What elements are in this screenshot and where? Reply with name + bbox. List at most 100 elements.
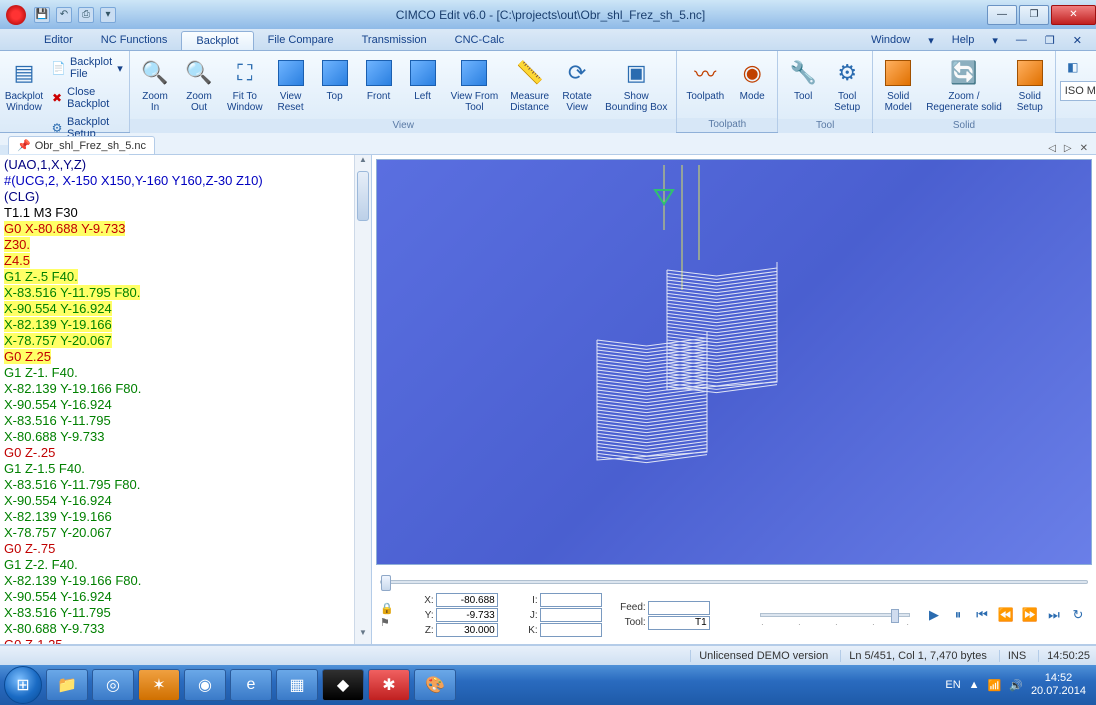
front-view-button[interactable]: Front <box>358 54 400 105</box>
regenerate-solid-button[interactable]: 🔄Zoom / Regenerate solid <box>921 54 1007 116</box>
coord-z-field[interactable] <box>436 623 498 637</box>
code-line[interactable]: G0 Z.25 <box>4 349 51 364</box>
slider-thumb[interactable] <box>381 575 391 591</box>
tab-close-icon[interactable]: ✕ <box>1080 143 1088 154</box>
code-line[interactable]: X-80.688 Y-9.733 <box>4 429 104 444</box>
code-line[interactable]: X-90.554 Y-16.924 <box>4 589 112 604</box>
tab-next-icon[interactable]: ▷ <box>1064 143 1072 154</box>
step-back-button[interactable]: ⏮ <box>972 606 992 624</box>
tool-field[interactable] <box>648 616 710 630</box>
top-view-button[interactable]: Top <box>314 54 356 105</box>
code-line[interactable]: X-78.757 Y-20.067 <box>4 333 112 348</box>
code-line[interactable]: G1 Z-2. F40. <box>4 557 78 572</box>
code-line[interactable]: X-80.688 Y-9.733 <box>4 621 104 636</box>
zoom-out-button[interactable]: 🔍Zoom Out <box>178 54 220 116</box>
task-explorer[interactable]: 📁 <box>46 669 88 701</box>
step-fwd-button[interactable]: ⏭ <box>1044 606 1064 624</box>
minimize-button[interactable]: — <box>987 5 1017 25</box>
close-backplot-button[interactable]: ✖Close Backplot <box>46 84 128 112</box>
code-line[interactable]: X-82.139 Y-19.166 <box>4 317 112 332</box>
backplot-window-button[interactable]: ▤ Backplot Window <box>4 54 44 116</box>
task-cimco[interactable]: ✱ <box>368 669 410 701</box>
help-menu[interactable]: Help <box>948 31 979 50</box>
task-paint[interactable]: 🎨 <box>414 669 456 701</box>
code-line[interactable]: #(UCG,2, X-150 X150,Y-160 Y160,Z-30 Z10) <box>4 173 263 188</box>
document-tab[interactable]: 📌Obr_shl_Frez_sh_5.nc <box>8 136 155 154</box>
code-line[interactable]: G0 Z-.75 <box>4 541 55 556</box>
rotate-view-button[interactable]: ⟳Rotate View <box>556 54 598 116</box>
tab-prev-icon[interactable]: ◁ <box>1048 143 1056 154</box>
code-line[interactable]: (CLG) <box>4 189 39 204</box>
qat-print-icon[interactable]: ⎙ <box>78 7 94 23</box>
bounding-box-button[interactable]: ▣Show Bounding Box <box>600 54 672 116</box>
mdi-minimize-icon[interactable]: — <box>1012 31 1031 50</box>
flag-icon[interactable]: ⚑ <box>380 616 394 629</box>
solid-model-button[interactable]: Solid Model <box>877 54 919 116</box>
mode-button[interactable]: ◉Mode <box>731 54 773 105</box>
3d-viewport[interactable] <box>376 159 1092 565</box>
code-line[interactable]: X-90.554 Y-16.924 <box>4 493 112 508</box>
task-app1[interactable]: ◎ <box>92 669 134 701</box>
view-reset-button[interactable]: View Reset <box>270 54 312 116</box>
close-button[interactable]: ✕ <box>1051 5 1096 25</box>
code-line[interactable]: G1 Z-1.5 F40. <box>4 461 85 476</box>
tab-nc-functions[interactable]: NC Functions <box>87 31 182 50</box>
code-line[interactable]: X-78.757 Y-20.067 <box>4 525 112 540</box>
task-app3[interactable]: ◆ <box>322 669 364 701</box>
scroll-up-icon[interactable]: ▲ <box>355 155 371 171</box>
progress-slider[interactable] <box>380 580 1088 584</box>
code-line[interactable]: Z4.5 <box>4 253 30 268</box>
view-from-tool-button[interactable]: View From Tool <box>446 54 504 116</box>
code-line[interactable]: T1.1 M3 F30 <box>4 205 78 220</box>
task-chrome[interactable]: ◉ <box>184 669 226 701</box>
toolpath-button[interactable]: 〰Toolpath <box>681 54 729 105</box>
code-line[interactable]: G1 Z-.5 F40. <box>4 269 78 284</box>
measure-distance-button[interactable]: 📏Measure Distance <box>505 54 554 116</box>
task-ie[interactable]: e <box>230 669 272 701</box>
coord-i-field[interactable] <box>540 593 602 607</box>
tray-network-icon[interactable]: 📶 <box>988 679 1002 692</box>
scroll-down-icon[interactable]: ▼ <box>355 628 371 644</box>
tab-backplot[interactable]: Backplot <box>181 31 253 50</box>
solid-setup-button[interactable]: Solid Setup <box>1009 54 1051 116</box>
tab-transmission[interactable]: Transmission <box>348 31 441 50</box>
code-line[interactable]: G0 X-80.688 Y-9.733 <box>4 221 125 236</box>
loop-button[interactable]: ↻ <box>1068 606 1088 624</box>
code-line[interactable]: X-82.139 Y-19.166 F80. <box>4 381 141 396</box>
task-calc[interactable]: ▦ <box>276 669 318 701</box>
code-scrollbar[interactable]: ▲ ▼ <box>354 155 371 644</box>
coord-k-field[interactable] <box>540 623 602 637</box>
coord-j-field[interactable] <box>540 608 602 622</box>
code-line[interactable]: X-83.516 Y-11.795 F80. <box>4 477 140 492</box>
zoom-in-button[interactable]: 🔍Zoom In <box>134 54 176 116</box>
play-button[interactable]: ▶ <box>924 606 944 624</box>
code-line[interactable]: X-82.139 Y-19.166 <box>4 509 112 524</box>
code-line[interactable]: G1 Z-1. F40. <box>4 365 78 380</box>
tray-sound-icon[interactable]: 🔊 <box>1009 679 1023 692</box>
tray-lang[interactable]: EN <box>945 679 960 691</box>
qat-undo-icon[interactable]: ↶ <box>56 7 72 23</box>
code-line[interactable]: Z30. <box>4 237 30 252</box>
code-line[interactable]: X-82.139 Y-19.166 F80. <box>4 573 141 588</box>
skip-fwd-button[interactable]: ⏩ <box>1020 606 1040 624</box>
tool-button[interactable]: 🔧Tool <box>782 54 824 105</box>
mdi-restore-icon[interactable]: ❐ <box>1041 31 1059 50</box>
speed-slider[interactable]: ····· <box>760 613 910 617</box>
coord-x-field[interactable] <box>436 593 498 607</box>
left-view-button[interactable]: Left <box>402 54 444 105</box>
code-line[interactable]: G0 Z-.25 <box>4 445 55 460</box>
mdi-close-icon[interactable]: ✕ <box>1069 31 1086 50</box>
code-line[interactable]: (UAO,1,X,Y,Z) <box>4 157 86 172</box>
tray-clock[interactable]: 14:52 20.07.2014 <box>1031 672 1086 698</box>
backplot-file-button[interactable]: 📄Backplot File▾ <box>46 54 128 82</box>
tool-setup-button[interactable]: ⚙Tool Setup <box>826 54 868 116</box>
code-editor[interactable]: (UAO,1,X,Y,Z) #(UCG,2, X-150 X150,Y-160 … <box>0 155 372 644</box>
task-app2[interactable]: ✶ <box>138 669 180 701</box>
pause-button[interactable]: ⏸ <box>948 606 968 624</box>
code-line[interactable]: X-90.554 Y-16.924 <box>4 301 112 316</box>
qat-save-icon[interactable]: 💾 <box>34 7 50 23</box>
code-line[interactable]: X-83.516 Y-11.795 <box>4 413 111 428</box>
code-line[interactable]: X-83.516 Y-11.795 F80. <box>4 285 140 300</box>
tab-editor[interactable]: Editor <box>30 31 87 50</box>
window-menu[interactable]: Window <box>867 31 914 50</box>
